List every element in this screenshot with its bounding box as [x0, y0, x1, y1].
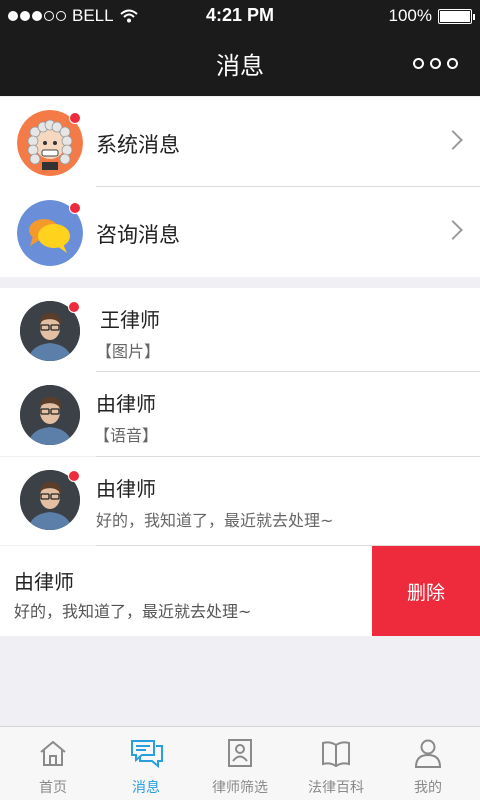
chevron-right-icon [443, 220, 463, 240]
tab-messages-label: 消息 [132, 780, 160, 796]
chat-row[interactable]: 由律师 好的，我知道了，最近就去处理~ [0, 457, 480, 545]
unread-dot [68, 470, 80, 482]
chat-name: 由律师 [96, 477, 156, 501]
person-icon [414, 739, 442, 768]
page-title: 消息 [216, 52, 264, 80]
chat-preview: 好的，我知道了，最近就去处理~ [14, 602, 252, 621]
chevron-right-icon [443, 130, 463, 150]
lawyer-avatar [20, 385, 80, 445]
status-bar: BELL 4:21 PM 100% [0, 0, 480, 32]
chat-preview: 【图片】 [96, 342, 161, 361]
battery-percent: 100% [388, 6, 432, 25]
chat-row[interactable]: 王律师 【图片】 [0, 288, 480, 372]
tab-law-encyclopedia[interactable]: 法律百科 [288, 727, 384, 800]
book-icon [322, 741, 350, 768]
unread-dot [69, 112, 81, 124]
tab-lawyer-filter-label: 律师筛选 [212, 780, 268, 796]
more-options-button[interactable] [413, 58, 458, 69]
lawyer-filter-icon [228, 739, 252, 767]
tab-profile-label: 我的 [414, 780, 442, 796]
delete-button[interactable]: 删除 [372, 546, 480, 636]
home-icon [40, 740, 66, 766]
consult-messages-label: 咨询消息 [96, 223, 180, 247]
tab-home[interactable]: 首页 [5, 727, 101, 800]
battery-icon [438, 8, 475, 24]
chat-name: 由律师 [96, 392, 156, 416]
swiped-chat-row[interactable]: 由律师 好的，我知道了，最近就去处理~ 删除 [0, 546, 480, 636]
tab-lawyer-filter[interactable]: 律师筛选 [192, 727, 288, 800]
tab-law-encyclopedia-label: 法律百科 [308, 780, 364, 796]
tab-profile[interactable]: 我的 [380, 727, 476, 800]
tab-bar: 首页 消息 律师筛选 法律百科 我的 [0, 726, 480, 800]
tab-home-label: 首页 [39, 780, 67, 796]
top-bar: BELL 4:21 PM 100% 消息 [0, 0, 480, 96]
unread-dot [69, 202, 81, 214]
system-messages-row[interactable]: 系统消息 [0, 97, 480, 187]
system-messages-label: 系统消息 [96, 133, 180, 157]
chat-name: 由律师 [14, 570, 74, 594]
chat-preview: 好的，我知道了，最近就去处理~ [96, 511, 334, 530]
chat-name: 王律师 [100, 308, 160, 332]
chat-row[interactable]: 由律师 【语音】 [0, 372, 480, 456]
tab-messages[interactable]: 消息 [98, 727, 194, 800]
chat-preview: 【语音】 [94, 426, 159, 445]
consult-messages-row[interactable]: 咨询消息 [0, 187, 480, 277]
unread-dot [68, 301, 80, 313]
message-icon [131, 740, 163, 769]
